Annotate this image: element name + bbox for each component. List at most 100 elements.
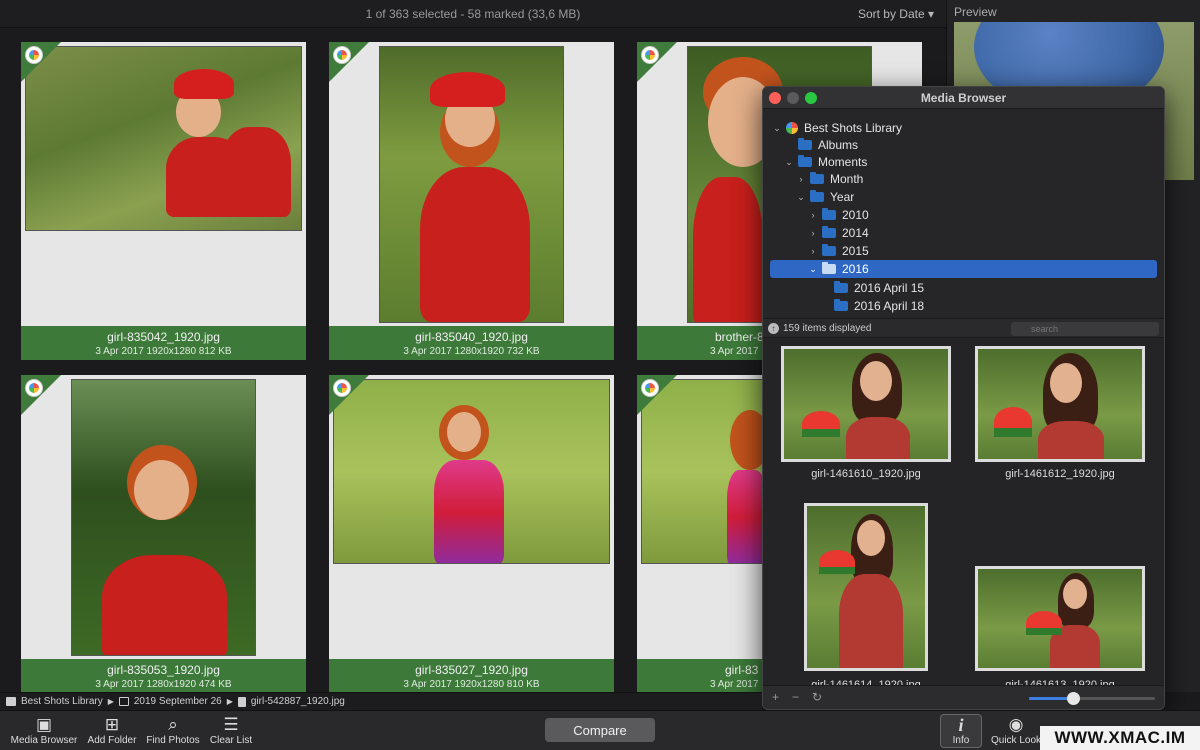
add-folder-button[interactable]: ⊞ Add Folder bbox=[85, 715, 139, 746]
media-browser-button[interactable]: ▣ Media Browser bbox=[9, 715, 79, 746]
slider-knob[interactable] bbox=[1066, 692, 1080, 705]
tree-item-month[interactable]: › Month bbox=[795, 170, 1151, 188]
media-browser-window: Media Browser ⌄ Best Shots Library Album… bbox=[762, 86, 1165, 710]
chevron-right-icon[interactable]: › bbox=[807, 228, 819, 238]
photo-cell[interactable]: girl-835042_1920.jpg 3 Apr 2017 1920x128… bbox=[21, 42, 306, 360]
chevron-right-icon[interactable]: › bbox=[795, 174, 807, 184]
path-separator-icon: ▶ bbox=[107, 697, 114, 706]
photo-subject bbox=[1038, 421, 1104, 459]
button-label: Clear List bbox=[209, 735, 253, 746]
chevron-down-icon[interactable]: ⌄ bbox=[807, 264, 819, 275]
photo-caption: girl-835040_1920.jpg 3 Apr 2017 1280x192… bbox=[329, 326, 614, 360]
path-item[interactable]: Best Shots Library bbox=[21, 696, 103, 707]
library-badge-icon bbox=[641, 46, 659, 64]
up-arrow-icon[interactable]: ↑ bbox=[768, 323, 779, 334]
chevron-right-icon[interactable]: › bbox=[807, 210, 819, 220]
tree-item-2015[interactable]: › 2015 bbox=[807, 242, 1151, 260]
photo-cell[interactable]: girl-835053_1920.jpg 3 Apr 2017 1280x192… bbox=[21, 375, 306, 692]
tree-item-label: 2015 bbox=[842, 244, 869, 258]
folder-icon bbox=[822, 244, 836, 256]
tree-item-moments[interactable]: ⌄ Moments bbox=[783, 153, 1151, 171]
sort-dropdown[interactable]: Sort by Date ▾ bbox=[858, 7, 934, 21]
photo-subject bbox=[1063, 579, 1087, 609]
photo-subject bbox=[727, 470, 767, 563]
button-label: Media Browser bbox=[10, 735, 78, 746]
add-source-button[interactable]: + bbox=[772, 690, 779, 704]
photo-caption: girl-835042_1920.jpg 3 Apr 2017 1920x128… bbox=[21, 326, 306, 360]
tree-item-label: 2010 bbox=[842, 208, 869, 222]
photo-subject bbox=[174, 69, 234, 99]
search-input[interactable] bbox=[1011, 322, 1159, 336]
photo-subject bbox=[166, 137, 246, 217]
photo-cell[interactable]: girl-835027_1920.jpg 3 Apr 2017 1920x128… bbox=[329, 375, 614, 692]
tree-item-label: Albums bbox=[818, 138, 859, 152]
library-icon bbox=[6, 697, 16, 706]
photo-filename: girl-835027_1920.jpg bbox=[415, 663, 528, 677]
tree-item-label: Best Shots Library bbox=[804, 121, 903, 135]
path-item[interactable]: 2019 September 26 bbox=[134, 696, 222, 707]
photo-subject bbox=[430, 72, 505, 107]
search-icon: ⌕ bbox=[168, 715, 178, 734]
tree-item-label: 2016 April 15 bbox=[854, 281, 925, 295]
tree-item-year[interactable]: ⌄ Year bbox=[795, 188, 1151, 206]
chevron-down-icon[interactable]: ⌄ bbox=[771, 123, 783, 134]
media-photo[interactable] bbox=[781, 346, 951, 462]
info-button[interactable]: i Info bbox=[940, 714, 982, 748]
selection-status: 1 of 363 selected - 58 marked (33,6 MB) bbox=[365, 7, 581, 21]
tree-item-2016[interactable]: ⌄ 2016 bbox=[770, 260, 1157, 278]
photo-thumbnail[interactable] bbox=[71, 379, 256, 656]
tree-item-2016-april-15[interactable]: 2016 April 15 bbox=[819, 279, 1151, 297]
photo-meta: 3 Apr 2017 1920x1280 810 KB bbox=[403, 679, 540, 690]
folder-icon bbox=[810, 172, 824, 184]
watermark: WWW.XMAC.IM bbox=[1040, 726, 1200, 750]
tree-item-2014[interactable]: › 2014 bbox=[807, 224, 1151, 242]
app-window: 1 of 363 selected - 58 marked (33,6 MB) … bbox=[0, 0, 1200, 750]
photo-filename: girl-835040_1920.jpg bbox=[415, 330, 528, 344]
preview-label: Preview bbox=[954, 5, 997, 19]
photo-thumbnail[interactable] bbox=[333, 379, 610, 564]
library-icon bbox=[786, 122, 798, 134]
eye-icon: ◉ bbox=[1008, 715, 1024, 734]
photo-subject bbox=[839, 574, 903, 668]
photo-subject bbox=[1050, 363, 1082, 403]
folder-icon bbox=[822, 226, 836, 238]
media-photo[interactable] bbox=[975, 346, 1145, 462]
tree-item-best-shots-library[interactable]: ⌄ Best Shots Library bbox=[771, 119, 1151, 137]
media-photo[interactable] bbox=[804, 503, 928, 671]
photo-thumbnail[interactable] bbox=[379, 46, 564, 323]
plus-icon: ⊞ bbox=[104, 715, 120, 734]
photo-caption: girl-835053_1920.jpg 3 Apr 2017 1280x192… bbox=[21, 659, 306, 692]
photo-subject bbox=[846, 417, 910, 459]
chevron-down-icon[interactable]: ⌄ bbox=[795, 192, 807, 203]
tree-item-albums[interactable]: Albums bbox=[783, 136, 1151, 154]
refresh-icon[interactable]: ↻ bbox=[812, 690, 822, 704]
thumbnail-size-slider[interactable] bbox=[1029, 692, 1155, 705]
media-browser-titlebar[interactable]: Media Browser bbox=[763, 87, 1164, 109]
bottom-toolbar: ▣ Media Browser ⊞ Add Folder ⌕ Find Phot… bbox=[0, 710, 1200, 750]
photo-thumbnail[interactable] bbox=[25, 46, 302, 231]
button-label: Add Folder bbox=[87, 735, 137, 746]
folder-icon bbox=[834, 299, 848, 311]
remove-source-button[interactable]: − bbox=[792, 690, 799, 704]
path-item[interactable]: girl-542887_1920.jpg bbox=[251, 696, 345, 707]
folder-icon bbox=[798, 155, 812, 167]
library-tree: ⌄ Best Shots Library Albums ⌄ Moments › … bbox=[763, 113, 1164, 317]
chevron-right-icon[interactable]: › bbox=[807, 246, 819, 256]
info-icon: i bbox=[958, 715, 964, 735]
photo-subject bbox=[447, 412, 481, 452]
photo-subject bbox=[434, 460, 504, 563]
tree-item-2010[interactable]: › 2010 bbox=[807, 206, 1151, 224]
photo-cell[interactable]: girl-835040_1920.jpg 3 Apr 2017 1280x192… bbox=[329, 42, 614, 360]
media-photo[interactable] bbox=[975, 566, 1145, 671]
file-icon bbox=[237, 696, 246, 707]
quick-look-button[interactable]: ◉ Quick Look bbox=[990, 715, 1042, 746]
library-badge-icon bbox=[25, 46, 43, 64]
chevron-down-icon[interactable]: ⌄ bbox=[783, 157, 795, 168]
media-browser-title: Media Browser bbox=[920, 91, 1007, 105]
clear-list-button[interactable]: ☰ Clear List bbox=[207, 715, 255, 746]
photo-meta: 3 Apr 2017 1280x1920 732 KB bbox=[403, 346, 540, 357]
tree-item-2016-april-18[interactable]: 2016 April 18 bbox=[819, 297, 1151, 315]
find-photos-button[interactable]: ⌕ Find Photos bbox=[143, 715, 203, 746]
photo-meta: 3 Apr 2017 1280x1920 474 KB bbox=[95, 679, 232, 690]
compare-button[interactable]: Compare bbox=[545, 718, 655, 742]
